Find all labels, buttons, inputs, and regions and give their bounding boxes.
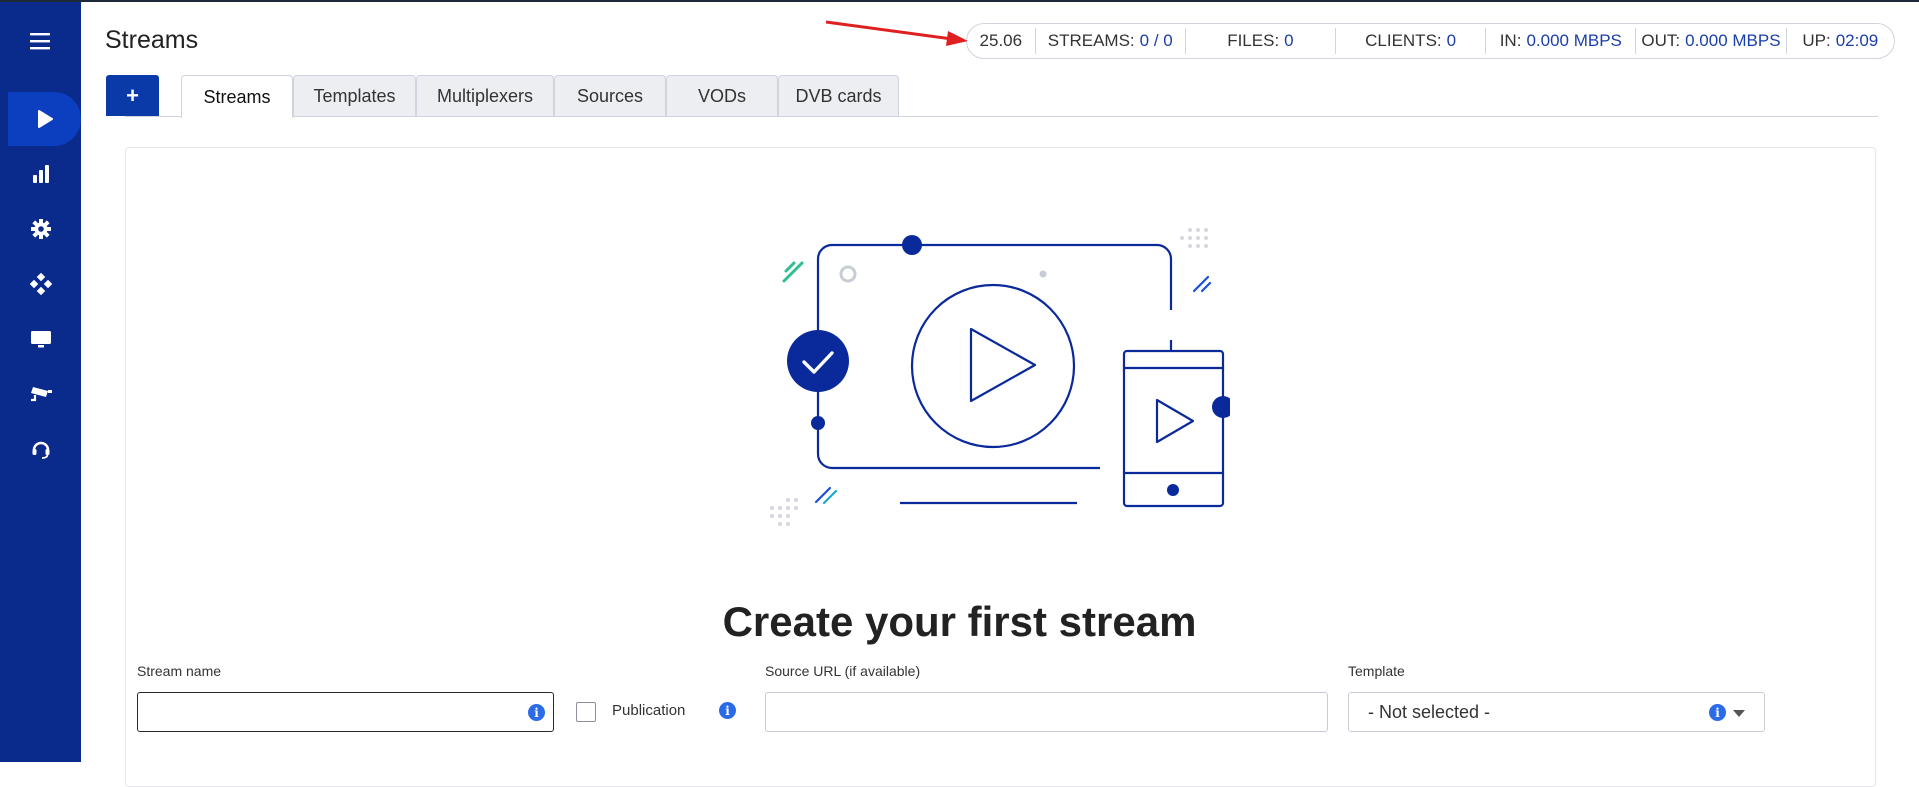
sidebar-item-streams[interactable] <box>8 92 81 146</box>
files-value: 0 <box>1284 31 1294 50</box>
tab-streams[interactable]: Streams <box>181 75 293 118</box>
add-stream-button[interactable]: + <box>106 75 159 116</box>
sidebar-item-support[interactable] <box>0 422 81 476</box>
clients-stat: CLIENTS: 0 <box>1335 28 1485 54</box>
camera-icon <box>30 387 52 402</box>
publication-info-icon[interactable]: i <box>719 702 736 719</box>
chart-icon <box>32 165 49 183</box>
out-label: OUT: <box>1641 31 1681 50</box>
clients-value: 0 <box>1446 31 1457 50</box>
stream-name-info-icon[interactable]: i <box>528 704 545 721</box>
files-stat: FILES: 0 <box>1184 28 1335 54</box>
publication-checkbox[interactable] <box>576 702 596 722</box>
tab-multiplexers[interactable]: Multiplexers <box>416 75 554 116</box>
template-info-icon[interactable]: i <box>1709 704 1726 721</box>
in-stat: IN: 0.000 MBPS <box>1485 28 1635 54</box>
sidebar-item-settings[interactable] <box>0 202 81 256</box>
tab-dvb-cards[interactable]: DVB cards <box>778 75 899 116</box>
menu-icon <box>29 33 50 50</box>
stream-name-label: Stream name <box>137 663 222 679</box>
in-value: 0.000 MBPS <box>1526 31 1622 50</box>
page-title: Streams <box>105 26 199 54</box>
menu-button[interactable] <box>0 14 81 68</box>
streams-label: STREAMS: <box>1047 31 1135 50</box>
up-value: 02:09 <box>1835 31 1879 50</box>
stream-name-input[interactable] <box>137 692 554 732</box>
gear-icon <box>30 219 51 239</box>
template-selected-value: - Not selected - <box>1368 702 1491 722</box>
plugin-icon <box>29 273 52 295</box>
source-url-input[interactable] <box>765 692 1328 732</box>
uptime-stat: UP: 02:09 <box>1785 28 1894 54</box>
monitor-icon <box>30 331 51 348</box>
out-value: 0.000 MBPS <box>1685 31 1781 50</box>
tab-vods[interactable]: VODs <box>666 75 778 116</box>
empty-state-headline: Create your first stream <box>722 598 1197 645</box>
sidebar-item-plugins[interactable] <box>0 257 81 311</box>
in-label: IN: <box>1499 31 1522 50</box>
out-stat: OUT: 0.000 MBPS <box>1635 28 1785 54</box>
sidebar <box>0 2 81 762</box>
headset-icon <box>32 441 49 459</box>
sidebar-item-cameras[interactable] <box>0 367 81 421</box>
tab-templates[interactable]: Templates <box>293 75 416 116</box>
version-stat: 25.06 <box>967 28 1035 54</box>
publication-label: Publication <box>612 702 686 719</box>
empty-state-illustration <box>770 228 1230 526</box>
source-url-label: Source URL (if available) <box>765 663 921 679</box>
tabs-divider <box>125 116 1878 117</box>
up-label: UP: <box>1802 31 1831 50</box>
status-bar: 25.06 STREAMS: 0 / 0 FILES: 0 CLIENTS: 0 IN… <box>966 23 1895 59</box>
streams-stat: STREAMS: 0 / 0 <box>1034 28 1185 54</box>
sidebar-item-dashboard[interactable] <box>0 147 81 201</box>
top-border <box>0 0 1919 2</box>
files-label: FILES: <box>1227 31 1280 50</box>
play-icon <box>37 110 53 128</box>
streams-value: 0 / 0 <box>1139 31 1173 50</box>
sidebar-item-screens[interactable] <box>0 312 81 366</box>
clients-label: CLIENTS: <box>1365 31 1442 50</box>
tab-sources[interactable]: Sources <box>554 75 666 116</box>
version-value: 25.06 <box>979 31 1023 50</box>
template-label: Template <box>1348 663 1405 679</box>
chevron-down-icon[interactable] <box>1733 710 1745 717</box>
